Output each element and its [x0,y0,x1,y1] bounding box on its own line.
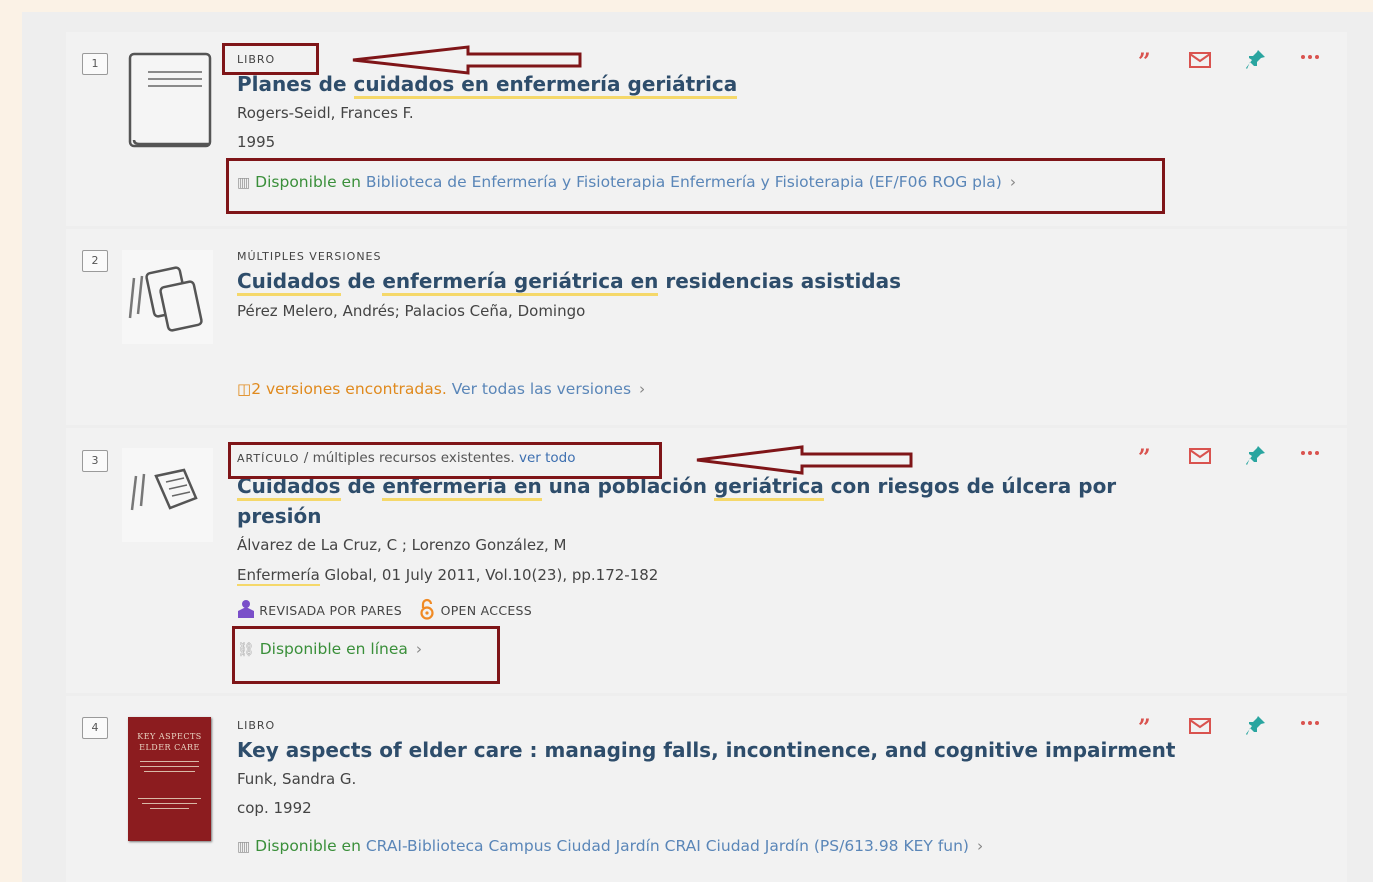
annotation-arrow [696,445,913,475]
result-author: Álvarez de La Cruz, C ; Lorenzo González… [237,536,567,554]
result-title[interactable]: Cuidados de enfermería geriátrica en res… [237,266,901,296]
result-number: 2 [82,250,108,272]
citation-icon[interactable]: ” [1135,443,1161,469]
result-title[interactable]: Key aspects of elder care : managing fal… [237,735,1175,765]
book-thumbnail-icon [128,52,212,148]
versions-icon: ◫ [237,380,252,398]
result-source: Enfermería Global, 01 July 2011, Vol.10(… [237,566,659,586]
peer-review-icon [238,600,254,618]
result-date: cop. 1992 [237,799,312,817]
more-icon[interactable] [1297,47,1323,73]
svg-text:”: ” [1138,715,1151,739]
result-badges: REVISADA POR PARES OPEN ACCESS [237,598,532,620]
multiple-versions-thumbnail-icon [122,250,213,344]
book-cover-image: KEY ASPECTS ELDER CARE [128,717,211,841]
result-date: 1995 [237,133,276,151]
chevron-right-icon: › [976,837,984,855]
result-type: MÚLTIPLES VERSIONES [237,250,382,263]
article-thumbnail-icon [122,448,213,542]
annotation-box-online [232,626,500,684]
annotation-box-type [228,442,662,479]
citation-icon[interactable]: ” [1135,713,1161,739]
annotation-box-type [222,43,319,75]
open-access-icon [420,598,434,620]
more-icon[interactable] [1297,443,1323,469]
result-actions: ” [1135,443,1325,469]
book-shelf-icon: ▥ [237,839,251,855]
result-number: 1 [82,53,108,75]
result-author: Funk, Sandra G. [237,770,357,788]
more-icon[interactable] [1297,713,1323,739]
result-type: LIBRO [237,719,276,732]
availability-link[interactable]: ▥ Disponible en CRAI-Biblioteca Campus C… [237,837,983,855]
citation-icon[interactable]: ” [1135,47,1161,73]
email-icon[interactable] [1187,47,1213,73]
result-number: 4 [82,717,108,739]
chevron-right-icon: › [639,380,646,398]
pin-icon[interactable] [1243,47,1269,73]
annotation-arrow [352,45,582,75]
annotation-box-availability [226,158,1165,214]
result-number: 3 [82,450,108,472]
svg-text:”: ” [1138,445,1151,469]
email-icon[interactable] [1187,443,1213,469]
cover-title: KEY ASPECTS ELDER CARE [137,732,202,752]
result-title-line2[interactable]: presión [237,501,321,531]
result-actions: ” [1135,713,1325,739]
result-author: Rogers-Seidl, Frances F. [237,104,414,122]
email-icon[interactable] [1187,713,1213,739]
pin-icon[interactable] [1243,713,1269,739]
result-author: Pérez Melero, Andrés; Palacios Ceña, Dom… [237,302,586,320]
pin-icon[interactable] [1243,443,1269,469]
result-actions: ” [1135,47,1325,73]
svg-text:”: ” [1138,49,1151,73]
versions-link[interactable]: ◫2 versiones encontradas. Ver todas las … [237,380,645,398]
